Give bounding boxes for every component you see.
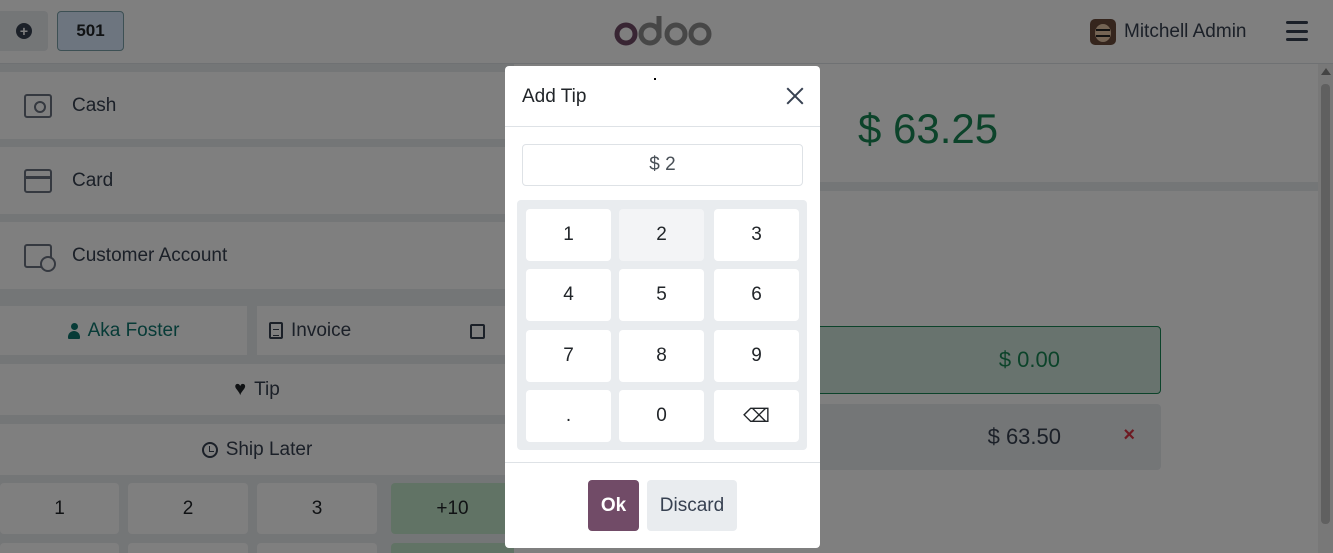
numpad-key-9[interactable]: 9 <box>714 330 799 382</box>
dialog-header: Add Tip <box>505 66 820 127</box>
numpad-key-2[interactable]: 2 <box>619 209 704 261</box>
numpad-key-7[interactable]: 7 <box>526 330 611 382</box>
discard-button[interactable]: Discard <box>647 480 737 531</box>
numpad-key-6[interactable]: 6 <box>714 269 799 321</box>
numpad-key-4[interactable]: 4 <box>526 269 611 321</box>
ok-button[interactable]: Ok <box>588 480 639 531</box>
tip-amount-input[interactable]: $ 2 <box>522 144 803 186</box>
backspace-icon[interactable]: ⌫ <box>714 390 799 442</box>
numpad-key-8[interactable]: 8 <box>619 330 704 382</box>
numpad-key-1[interactable]: 1 <box>526 209 611 261</box>
dialog-title: Add Tip <box>522 86 587 107</box>
numpad-key-decimal[interactable]: . <box>526 390 611 442</box>
close-icon[interactable] <box>785 86 805 106</box>
numpad-key-5[interactable]: 5 <box>619 269 704 321</box>
cursor-dot <box>654 78 656 80</box>
numpad-key-0[interactable]: 0 <box>619 390 704 442</box>
numpad-key-3[interactable]: 3 <box>714 209 799 261</box>
add-tip-dialog: Add Tip $ 2 1 2 3 4 5 6 7 8 9 . 0 ⌫ Ok D… <box>505 66 820 548</box>
dialog-footer: Ok Discard <box>505 462 820 548</box>
tip-numpad: 1 2 3 4 5 6 7 8 9 . 0 ⌫ <box>517 200 807 450</box>
